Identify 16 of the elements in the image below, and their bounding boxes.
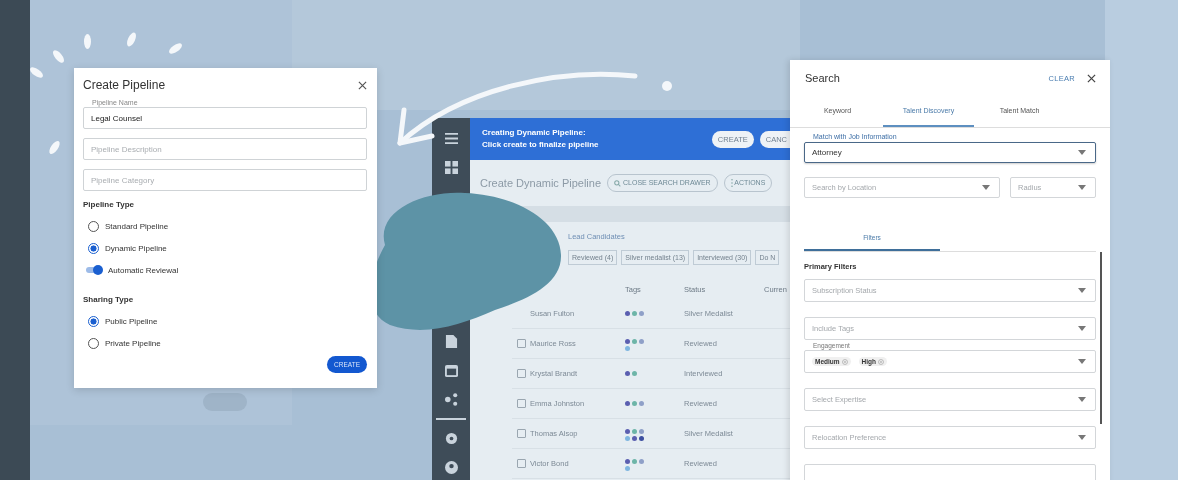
banner-text: Click create to finalize pipeline xyxy=(482,139,599,151)
section-title: Sharing Type xyxy=(83,295,134,304)
dropdown-field[interactable]: Attorney xyxy=(804,142,1096,163)
option-label: Standard Pipeline xyxy=(105,221,169,231)
input-field[interactable]: Pipeline Description xyxy=(83,138,367,160)
dialog-title: Create Pipeline xyxy=(83,78,166,92)
drawer-title: Search xyxy=(805,72,841,84)
input-field[interactable]: Pipeline Category xyxy=(83,169,367,191)
option-label: Dynamic Pipeline xyxy=(105,243,167,253)
section-title: Pipeline Type xyxy=(83,200,134,209)
option-label: Private Pipeline xyxy=(105,338,161,348)
option-label: Automatic Reviewal xyxy=(108,265,179,275)
banner-text: Creating Dynamic Pipeline: xyxy=(482,127,586,139)
input-field[interactable]: Legal Counsel xyxy=(83,107,367,129)
option-label: Public Pipeline xyxy=(105,316,158,326)
page-title: Create Dynamic Pipeline xyxy=(480,177,602,189)
